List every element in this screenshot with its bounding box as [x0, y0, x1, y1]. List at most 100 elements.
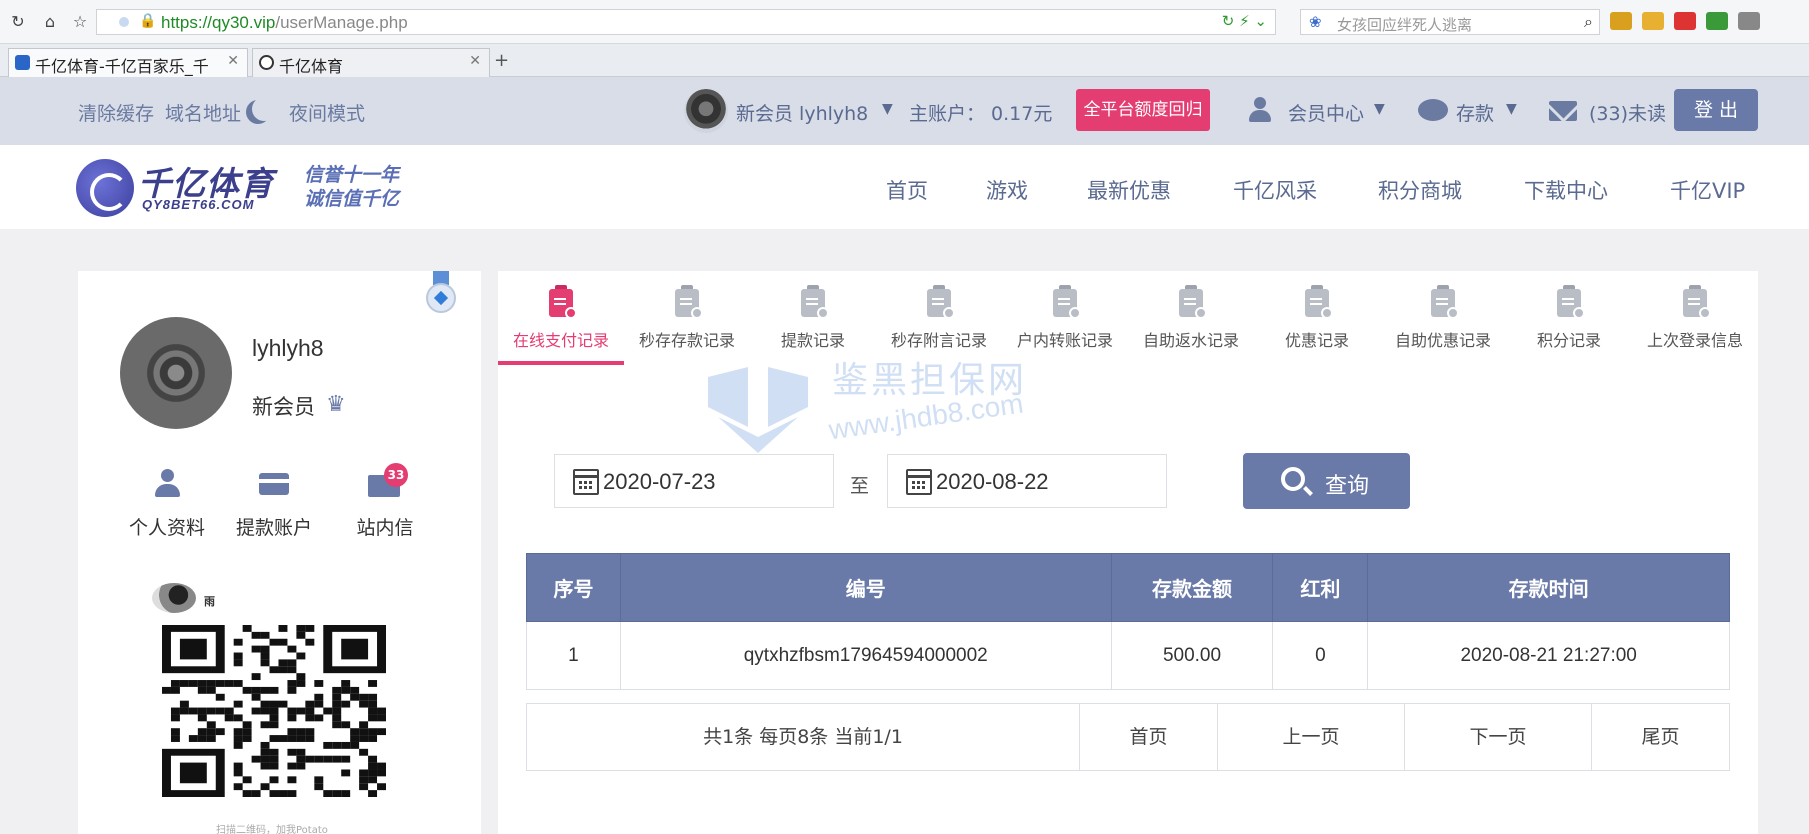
date-from-input[interactable]: 2020-07-23 [554, 454, 834, 508]
table-cell: 500.00 [1110, 621, 1274, 690]
site-topbar: 清除缓存 域名地址 夜间模式 新会员 lyhlyh8 ▼ 主账户： 0.17元 … [0, 77, 1809, 145]
extension-icon[interactable] [1674, 12, 1696, 30]
pagination: 共1条 每页8条 当前1/1 首页 上一页 下一页 尾页 [526, 703, 1730, 771]
table-cell: 2020-08-21 21:27:00 [1367, 621, 1730, 690]
nav-games[interactable]: 游戏 [986, 175, 1028, 205]
first-page-button[interactable]: 首页 [1079, 704, 1217, 770]
extension-icon[interactable] [1642, 12, 1664, 30]
tab-promotions[interactable]: 优惠记录 [1254, 285, 1380, 351]
search-engine-icon[interactable]: ❀ [1309, 13, 1322, 31]
browser-tab-active[interactable]: 千亿体育-千亿百家乐_千 ✕ [8, 48, 248, 77]
chevron-down-icon[interactable]: ▼ [1374, 101, 1385, 117]
pagination-summary: 共1条 每页8条 当前1/1 [703, 726, 903, 748]
moon-icon[interactable] [252, 97, 276, 121]
piggy-bank-icon[interactable] [1418, 99, 1448, 121]
tab-deposit-notes[interactable]: 秒存附言记录 [876, 285, 1002, 351]
new-tab-icon[interactable]: + [494, 50, 509, 71]
chevron-down-icon[interactable]: ▼ [1506, 101, 1517, 117]
date-range-separator: 至 [850, 475, 870, 497]
prev-page-button[interactable]: 上一页 [1217, 704, 1404, 770]
nav-download[interactable]: 下载中心 [1524, 175, 1608, 205]
record-tab-label: 户内转账记录 [1016, 331, 1113, 350]
next-page-button[interactable]: 下一页 [1404, 704, 1591, 770]
record-tab-label: 积分记录 [1536, 331, 1601, 350]
home-icon[interactable]: ⌂ [40, 12, 60, 32]
user-sidebar: lyhlyh8 新会员 ♛ 个人资料 提款账户 站内信 33 雨 扫描二维码，加… [78, 271, 481, 834]
clipboard-icon [1305, 285, 1333, 319]
member-level: 新会员 [252, 395, 315, 419]
nav-home[interactable]: 首页 [886, 175, 928, 205]
last-page-button[interactable]: 尾页 [1591, 704, 1729, 770]
search-icon[interactable]: ⌕ [1584, 12, 1593, 32]
tab-self-promotions[interactable]: 自助优惠记录 [1380, 285, 1506, 351]
search-placeholder: 女孩回应绊死人逃离 [1337, 16, 1473, 34]
user-icon[interactable] [1248, 97, 1272, 123]
column-header: 存款金额 [1110, 553, 1274, 622]
user-avatar[interactable] [120, 317, 232, 429]
url-actions-icon[interactable]: ↻ ⚡ ⌄ [1222, 12, 1267, 30]
extension-icon[interactable] [1610, 12, 1632, 30]
date-to-input[interactable]: 2020-08-22 [887, 454, 1167, 508]
table-cell: qytxhzfbsm17964594000002 [619, 621, 1112, 690]
slogan-line: 诚信值千亿 [304, 188, 400, 210]
withdraw-account-label: 提款账户 [235, 517, 312, 539]
browser-search-input[interactable]: ❀ 女孩回应绊死人逃离 ⌕ [1300, 9, 1600, 35]
recall-all-button[interactable]: 全平台额度回归 [1076, 89, 1210, 131]
profile-button[interactable]: 个人资料 [122, 467, 212, 540]
unread-messages-link[interactable]: (33)未读 [1589, 99, 1666, 126]
nav-vip[interactable]: 千亿VIP [1670, 175, 1745, 205]
domain-link[interactable]: 域名地址 [165, 99, 241, 126]
tab-instant-deposit[interactable]: 秒存存款记录 [624, 285, 750, 351]
url-field[interactable]: 🔒 https://qy30.vip/userManage.php ↻ ⚡ ⌄ [96, 9, 1276, 35]
close-icon[interactable]: ✕ [227, 53, 239, 69]
nav-promotions[interactable]: 最新优惠 [1087, 175, 1171, 205]
qr-owner-avatar [152, 583, 196, 613]
member-center-link[interactable]: 会员中心 [1288, 99, 1364, 126]
clipboard-icon [1557, 285, 1585, 319]
message-count-badge: 33 [384, 463, 408, 487]
tab-points[interactable]: 积分记录 [1506, 285, 1632, 351]
nav-showcase[interactable]: 千亿风采 [1233, 175, 1317, 205]
record-tab-label: 提款记录 [780, 331, 845, 350]
active-tab-indicator [498, 361, 624, 365]
browser-tab[interactable]: 千亿体育 ✕ [252, 48, 490, 77]
logo-domain: QY8BET66.COM [142, 197, 255, 212]
tab-rebate[interactable]: 自助返水记录 [1128, 285, 1254, 351]
logout-button[interactable]: 登 出 [1674, 89, 1758, 131]
slogan-line: 信誉十一年 [304, 164, 400, 186]
member-name[interactable]: 新会员 lyhlyh8 [736, 99, 868, 126]
withdraw-account-button[interactable]: 提款账户 [229, 467, 319, 540]
table-row: 1 qytxhzfbsm17964594000002 500.00 0 2020… [526, 621, 1730, 690]
browser-tab-bar: 千亿体育-千亿百家乐_千 ✕ 千亿体育 ✕ + [0, 44, 1809, 77]
tab-title: 千亿体育 [279, 57, 344, 76]
username: lyhlyh8 [252, 335, 324, 361]
browser-address-bar: ↻ ⌂ ☆ 🔒 https://qy30.vip/userManage.php … [0, 0, 1809, 44]
extension-icon[interactable] [1706, 12, 1728, 30]
clipboard-icon [801, 285, 829, 319]
tab-online-payment[interactable]: 在线支付记录 [498, 285, 624, 351]
date-to-value: 2020-08-22 [936, 469, 1049, 494]
tab-withdrawals[interactable]: 提款记录 [750, 285, 876, 351]
avatar[interactable] [684, 89, 728, 133]
clear-cache-link[interactable]: 清除缓存 [78, 99, 154, 126]
extension-icon[interactable] [1738, 12, 1760, 30]
crown-icon: ♛ [326, 392, 346, 417]
calendar-icon [573, 469, 599, 495]
night-mode-link[interactable]: 夜间模式 [289, 99, 365, 126]
tab-title: 千亿体育-千亿百家乐_千 [35, 57, 209, 76]
chevron-down-icon[interactable]: ▼ [882, 101, 893, 117]
qr-owner-name: 雨 [204, 595, 215, 608]
nav-points-mall[interactable]: 积分商城 [1378, 175, 1462, 205]
tab-internal-transfer[interactable]: 户内转账记录 [1002, 285, 1128, 351]
mail-icon[interactable] [1549, 101, 1577, 121]
close-icon[interactable]: ✕ [469, 53, 481, 69]
logo-icon[interactable] [76, 159, 134, 217]
table-cell: 1 [526, 621, 621, 690]
query-button[interactable]: 查询 [1243, 453, 1410, 509]
refresh-icon[interactable]: ↻ [8, 12, 28, 32]
calendar-icon [906, 469, 932, 495]
tab-last-login[interactable]: 上次登录信息 [1632, 285, 1758, 351]
deposit-link[interactable]: 存款 [1456, 99, 1494, 126]
record-tab-label: 秒存附言记录 [890, 331, 987, 350]
star-icon[interactable]: ☆ [70, 12, 90, 32]
